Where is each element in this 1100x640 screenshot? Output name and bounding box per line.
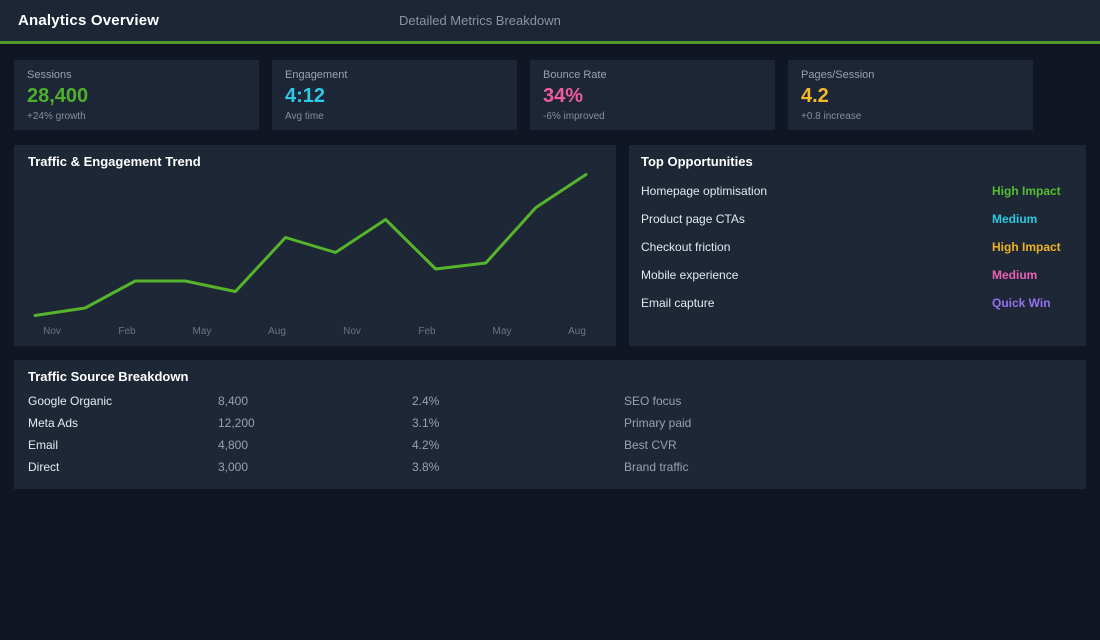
- x-axis-tick-label: May: [193, 326, 212, 337]
- kpi-label: Engagement: [285, 69, 504, 81]
- x-axis-tick-label: Nov: [343, 326, 361, 337]
- source-name-cell: Meta Ads: [28, 416, 218, 430]
- sessions-cell: 4,800: [218, 438, 412, 452]
- kpi-card: Bounce Rate 34% -6% improved: [530, 60, 775, 130]
- x-axis-tick-label: Feb: [118, 326, 136, 337]
- kpi-label: Sessions: [27, 69, 246, 81]
- page-subtitle: Detailed Metrics Breakdown: [399, 0, 561, 41]
- rate-cell: 4.2%: [412, 438, 624, 452]
- kpi-subtext: Avg time: [285, 111, 504, 122]
- kpi-card: Engagement 4:12 Avg time: [272, 60, 517, 130]
- opportunity-label: Product page CTAs: [641, 212, 745, 226]
- opportunity-label: Checkout friction: [641, 240, 730, 254]
- traffic-source-table: Google Organic 8,400 2.4% SEO focus Meta…: [14, 384, 1086, 478]
- sessions-cell: 12,200: [218, 416, 412, 430]
- kpi-label: Pages/Session: [801, 69, 1020, 81]
- opportunities-title: Top Opportunities: [629, 145, 1086, 169]
- opportunity-label: Mobile experience: [641, 268, 738, 282]
- impact-badge: Quick Win: [992, 296, 1074, 310]
- kpi-card: Pages/Session 4.2 +0.8 increase: [788, 60, 1033, 130]
- impact-badge: Medium: [992, 212, 1074, 226]
- list-item: Product page CTAs Medium: [641, 205, 1074, 233]
- table-row: Email 4,800 4.2% Best CVR: [28, 434, 1072, 456]
- trend-chart-title: Traffic & Engagement Trend: [14, 145, 616, 169]
- list-item: Email capture Quick Win: [641, 289, 1074, 317]
- impact-badge: High Impact: [992, 184, 1074, 198]
- sessions-cell: 8,400: [218, 394, 412, 408]
- list-item: Mobile experience Medium: [641, 261, 1074, 289]
- kpi-value: 4.2: [801, 86, 1020, 106]
- top-opportunities-panel: Top Opportunities Homepage optimisation …: [629, 145, 1086, 346]
- note-cell: Primary paid: [624, 416, 1072, 430]
- note-cell: SEO focus: [624, 394, 1072, 408]
- list-item: Homepage optimisation High Impact: [641, 177, 1074, 205]
- page-title: Analytics Overview: [18, 0, 159, 41]
- trend-line-series: [35, 175, 586, 316]
- impact-badge: Medium: [992, 268, 1074, 282]
- source-name-cell: Google Organic: [28, 394, 218, 408]
- kpi-subtext: +24% growth: [27, 111, 246, 122]
- trend-line-chart: Nov Feb May Aug Nov Feb May Aug: [14, 145, 616, 346]
- traffic-source-title: Traffic Source Breakdown: [14, 360, 1086, 384]
- x-axis-tick-label: Aug: [268, 326, 286, 337]
- kpi-card: Sessions 28,400 +24% growth: [14, 60, 259, 130]
- opportunity-label: Homepage optimisation: [641, 184, 767, 198]
- x-axis-tick-label: Aug: [568, 326, 586, 337]
- rate-cell: 3.8%: [412, 460, 624, 474]
- table-row: Meta Ads 12,200 3.1% Primary paid: [28, 412, 1072, 434]
- list-item: Checkout friction High Impact: [641, 233, 1074, 261]
- impact-badge: High Impact: [992, 240, 1074, 254]
- source-name-cell: Email: [28, 438, 218, 452]
- table-row: Google Organic 8,400 2.4% SEO focus: [28, 390, 1072, 412]
- kpi-subtext: -6% improved: [543, 111, 762, 122]
- x-axis-tick-label: May: [493, 326, 512, 337]
- table-row: Direct 3,000 3.8% Brand traffic: [28, 456, 1072, 478]
- opportunity-label: Email capture: [641, 296, 714, 310]
- sessions-cell: 3,000: [218, 460, 412, 474]
- kpi-label: Bounce Rate: [543, 69, 762, 81]
- rate-cell: 3.1%: [412, 416, 624, 430]
- trend-chart-panel: Nov Feb May Aug Nov Feb May Aug Traffic & Engag…: [14, 145, 616, 346]
- note-cell: Brand traffic: [624, 460, 1072, 474]
- top-header-bar: Analytics Overview Detailed Metrics Brea…: [0, 0, 1100, 44]
- source-name-cell: Direct: [28, 460, 218, 474]
- traffic-source-panel: Traffic Source Breakdown Google Organic …: [14, 360, 1086, 489]
- kpi-value: 4:12: [285, 86, 504, 106]
- rate-cell: 2.4%: [412, 394, 624, 408]
- kpi-card-row: Sessions 28,400 +24% growth Engagement 4…: [14, 60, 1033, 130]
- kpi-value: 34%: [543, 86, 762, 106]
- x-axis-tick-label: Nov: [43, 326, 61, 337]
- kpi-subtext: +0.8 increase: [801, 111, 1020, 122]
- kpi-value: 28,400: [27, 86, 246, 106]
- note-cell: Best CVR: [624, 438, 1072, 452]
- x-axis-tick-label: Feb: [418, 326, 436, 337]
- opportunities-list: Homepage optimisation High Impact Produc…: [629, 169, 1086, 317]
